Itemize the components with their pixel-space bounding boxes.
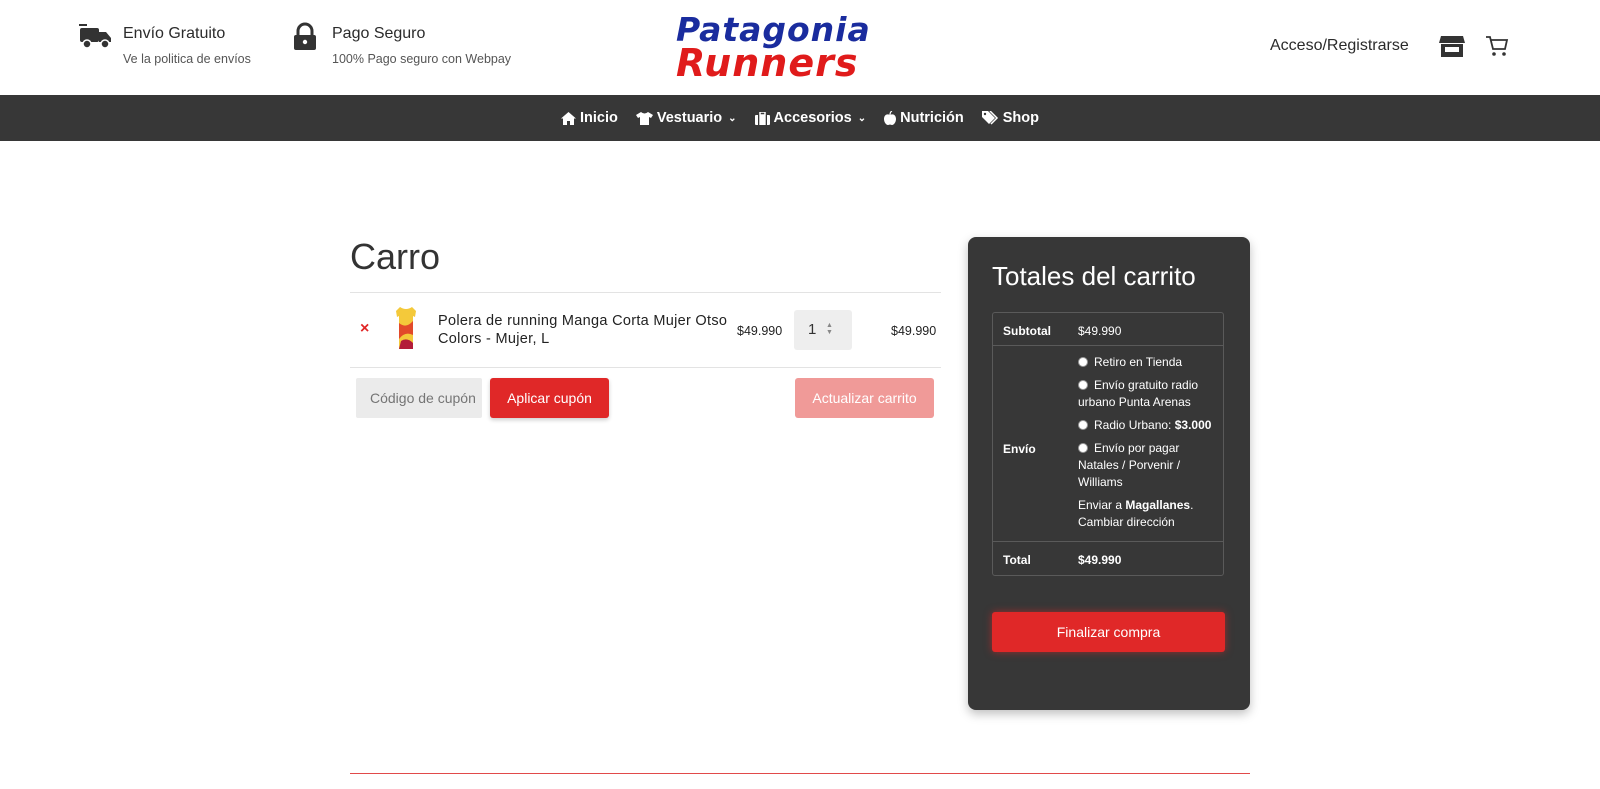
- totals-title: Totales del carrito: [992, 261, 1196, 291]
- shipping-option-label: Envío por pagar Natales / Porvenir / Wil…: [1078, 441, 1181, 489]
- apply-coupon-button[interactable]: Aplicar cupón: [490, 378, 609, 418]
- shipping-label: Envío: [1003, 442, 1036, 456]
- login-register-link[interactable]: Acceso/Registrarse: [1270, 37, 1409, 55]
- stepper-arrows-icon[interactable]: ▲ ▼: [826, 322, 833, 336]
- update-cart-button[interactable]: Actualizar carrito: [795, 378, 934, 418]
- truck-icon: [79, 24, 111, 49]
- shipping-option-urban-radius[interactable]: Radio Urbano: $3.000: [1078, 417, 1215, 434]
- feature-subtitle[interactable]: Ve la politica de envíos: [123, 52, 251, 66]
- coupon-input[interactable]: [356, 378, 482, 418]
- cart-icon[interactable]: [1485, 35, 1509, 57]
- shipping-option-price: $3.000: [1174, 418, 1212, 432]
- nav-label: Shop: [1002, 110, 1039, 126]
- quantity-value: 1: [808, 321, 817, 338]
- radio-button[interactable]: [1078, 380, 1088, 390]
- total-value: $49.990: [1078, 553, 1122, 567]
- subtotal-label: Subtotal: [1003, 324, 1051, 338]
- nav-item-nutricion[interactable]: Nutrición: [884, 110, 964, 126]
- feature-title: Pago Seguro: [332, 25, 426, 42]
- nav-label: Inicio: [579, 110, 618, 126]
- store-icon[interactable]: [1439, 34, 1465, 58]
- nav-item-inicio[interactable]: Inicio: [560, 110, 618, 126]
- shipping-option-free-urban[interactable]: Envío gratuito radio urbano Punta Arenas: [1078, 377, 1215, 411]
- apple-icon: [884, 111, 897, 125]
- main-nav: Inicio Vestuario ⌄ Accesorios ⌄ Nutrició…: [0, 95, 1600, 141]
- total-label: Total: [1003, 553, 1031, 567]
- subtotal-row: Subtotal $49.990: [993, 313, 1223, 346]
- nav-label: Accesorios: [773, 110, 852, 126]
- ship-to-region: Magallanes: [1125, 498, 1191, 512]
- ship-to-prefix: Enviar a: [1078, 498, 1123, 512]
- totals-table: Subtotal $49.990 Envío Retiro en Tienda …: [992, 312, 1224, 576]
- lock-icon: [294, 22, 316, 50]
- chevron-down-icon: ⌄: [857, 112, 867, 124]
- footer-divider: [350, 773, 1250, 774]
- chevron-down-icon: ⌄: [728, 112, 737, 124]
- quantity-stepper[interactable]: 1 ▲ ▼: [794, 310, 852, 350]
- shipping-row: Envío Retiro en Tienda Envío gratuito ra…: [993, 346, 1223, 542]
- shipping-option-label: Retiro en Tienda: [1094, 355, 1183, 369]
- logo-line2: Runners: [676, 41, 859, 85]
- radio-button[interactable]: [1078, 443, 1088, 453]
- change-address-link[interactable]: Cambiar dirección: [1078, 514, 1215, 531]
- product-thumbnail[interactable]: [393, 305, 419, 351]
- nav-label: Nutrición: [900, 110, 964, 126]
- product-name-link[interactable]: Polera de running Manga Corta Mujer Otso…: [438, 312, 728, 348]
- shipping-option-pickup[interactable]: Retiro en Tienda: [1078, 354, 1215, 371]
- total-row: Total $49.990: [993, 542, 1223, 575]
- subtotal-value: $49.990: [1078, 324, 1122, 338]
- top-header: Envío Gratuito Ve la politica de envíos …: [0, 0, 1600, 95]
- page-title: Carro: [350, 236, 441, 277]
- checkout-button[interactable]: Finalizar compra: [992, 612, 1225, 652]
- ship-to-destination: Enviar a Magallanes.: [1078, 498, 1194, 512]
- briefcase-icon: [754, 111, 770, 125]
- cart-totals-panel: Totales del carrito Subtotal $49.990 Env…: [968, 237, 1250, 710]
- feature-title: Envío Gratuito: [123, 25, 226, 42]
- site-logo[interactable]: Patagonia Runners: [676, 13, 926, 85]
- divider: [350, 367, 941, 368]
- divider: [350, 292, 941, 293]
- radio-button[interactable]: [1078, 420, 1088, 430]
- free-shipping-feature[interactable]: Envío Gratuito Ve la politica de envíos: [79, 22, 251, 66]
- product-price: $49.990: [737, 324, 783, 338]
- nav-item-vestuario[interactable]: Vestuario ⌄: [635, 110, 737, 126]
- shirt-icon: [635, 111, 653, 125]
- tags-icon: [981, 111, 998, 125]
- home-icon: [560, 111, 576, 125]
- radio-button[interactable]: [1078, 357, 1088, 367]
- secure-payment-feature: Pago Seguro 100% Pago seguro con Webpay: [292, 22, 511, 66]
- nav-item-accesorios[interactable]: Accesorios ⌄: [754, 110, 867, 126]
- product-subtotal: $49.990: [891, 324, 937, 338]
- shipping-option-label: Radio Urbano:: [1094, 418, 1172, 432]
- shipping-option-pay-on-delivery[interactable]: Envío por pagar Natales / Porvenir / Wil…: [1078, 440, 1215, 491]
- feature-subtitle: 100% Pago seguro con Webpay: [332, 52, 512, 66]
- remove-item-button[interactable]: ×: [360, 320, 369, 338]
- nav-item-shop[interactable]: Shop: [981, 110, 1039, 126]
- nav-label: Vestuario: [656, 110, 723, 126]
- shipping-option-label: Envío gratuito radio urbano Punta Arenas: [1078, 378, 1199, 409]
